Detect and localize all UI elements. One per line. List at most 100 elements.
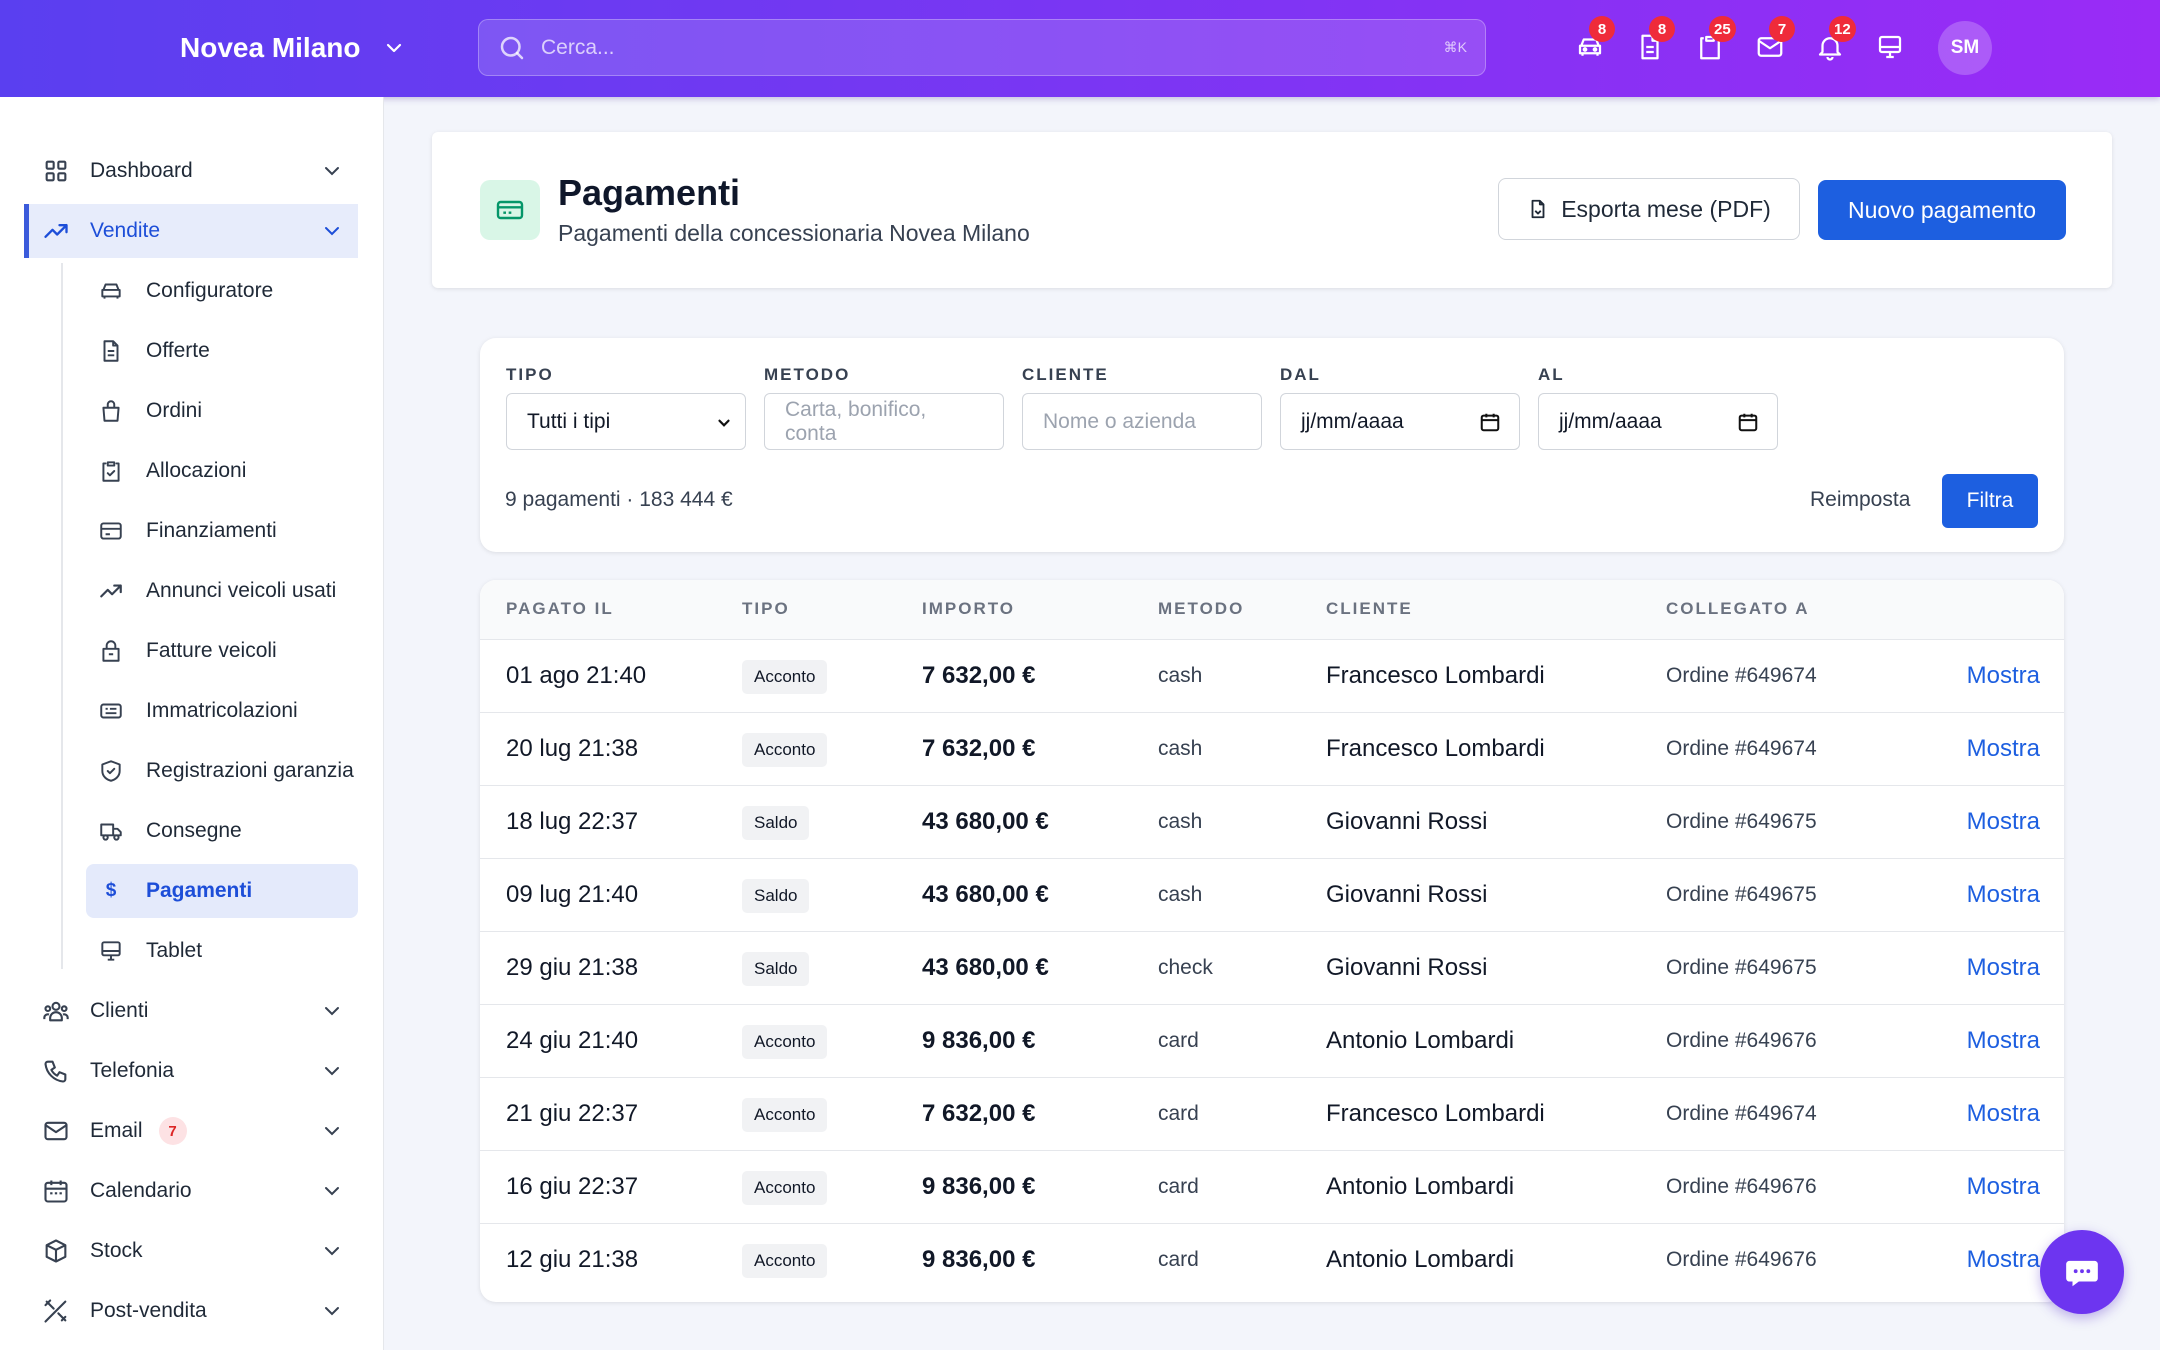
- client-cell: Francesco Lombardi: [1326, 735, 1545, 762]
- new-payment-button[interactable]: Nuovo pagamento: [1818, 180, 2066, 240]
- sidebar-item-pagamenti[interactable]: $ Pagamenti: [86, 864, 358, 918]
- client-cell: Antonio Lombardi: [1326, 1027, 1515, 1054]
- sidebar-item-tablet[interactable]: Tablet: [86, 924, 358, 978]
- lock-bag-icon: [98, 638, 124, 664]
- tipo-label: TIPO: [506, 365, 554, 384]
- client-cell: Francesco Lombardi: [1326, 662, 1545, 689]
- filter-panel: TIPO Tutti i tipi METODO Carta, bonifico…: [480, 338, 2064, 552]
- export-pdf-button[interactable]: Esporta mese (PDF): [1498, 178, 1800, 240]
- amount-cell: 43 680,00 €: [922, 881, 1049, 908]
- reset-button[interactable]: Reimposta: [1810, 488, 1910, 512]
- tipo-select[interactable]: Tutti i tipi: [506, 393, 746, 450]
- sidebar-item-vendite[interactable]: Vendite: [24, 204, 358, 258]
- sidebar-item-configuratore[interactable]: Configuratore: [86, 264, 358, 318]
- document-icon[interactable]: 8: [1633, 16, 1675, 64]
- linked-order-cell: Ordine #649675: [1666, 810, 1817, 833]
- sidebar-item-label: Immatricolazioni: [146, 699, 298, 722]
- shield-icon: [98, 758, 124, 784]
- type-badge: Acconto: [742, 660, 828, 694]
- sidebar-item-annunci-veicoli-usati[interactable]: Annunci veicoli usati: [86, 564, 358, 618]
- sidebar-item-registrazioni-garanzia[interactable]: Registrazioni garanzia: [86, 744, 358, 798]
- id-card-icon: [98, 698, 124, 724]
- calendar-icon: [42, 1177, 70, 1205]
- export-pdf-label: Esporta mese (PDF): [1561, 195, 1771, 222]
- sidebar-item-fatture-veicoli[interactable]: Fatture veicoli: [86, 624, 358, 678]
- show-link[interactable]: Mostra: [1967, 954, 2040, 982]
- email-count-badge: 7: [158, 1117, 187, 1145]
- linked-order-cell: Ordine #649676: [1666, 1248, 1817, 1271]
- sidebar-item-allocazioni[interactable]: Allocazioni: [86, 444, 358, 498]
- cliente-input[interactable]: Nome o azienda: [1022, 393, 1262, 450]
- type-badge: Saldo: [742, 806, 810, 840]
- sidebar: Dashboard Vendite Configuratore Offerte …: [0, 97, 384, 1350]
- sidebar-item-immatricolazioni[interactable]: Immatricolazioni: [86, 684, 358, 738]
- sidebar-item-telefonia[interactable]: Telefonia: [24, 1044, 358, 1098]
- mail-icon: [42, 1117, 70, 1145]
- calendar-icon[interactable]: [1737, 411, 1759, 433]
- sidebar-item-stock[interactable]: Stock: [24, 1224, 358, 1278]
- type-badge: Acconto: [742, 1098, 828, 1132]
- column-header: CLIENTE: [1326, 599, 1413, 618]
- tools-icon: [42, 1297, 70, 1325]
- show-link[interactable]: Mostra: [1967, 881, 2040, 909]
- page-header: Pagamenti Pagamenti della concessionaria…: [432, 132, 2112, 288]
- show-link[interactable]: Mostra: [1967, 1027, 2040, 1055]
- sidebar-item-clienti[interactable]: Clienti: [24, 984, 358, 1038]
- amount-cell: 9 836,00 €: [922, 1027, 1036, 1054]
- brand-switcher[interactable]: Novea Milano: [180, 28, 406, 68]
- grid-icon: [42, 157, 70, 185]
- table-row: 09 lug 21:40 Saldo 43 680,00 € cash Giov…: [480, 859, 2064, 932]
- sidebar-item-email[interactable]: Email 7: [24, 1104, 358, 1158]
- sidebar-item-label: Registrazioni garanzia: [146, 759, 354, 782]
- al-date-input[interactable]: jj/mm/aaaa: [1538, 393, 1778, 450]
- chat-button[interactable]: [2040, 1230, 2124, 1314]
- show-link[interactable]: Mostra: [1967, 808, 2040, 836]
- al-label: AL: [1538, 365, 1565, 384]
- search-input[interactable]: [541, 35, 1444, 60]
- type-badge: Saldo: [742, 879, 810, 913]
- sidebar-item-label: Telefonia: [90, 1059, 175, 1082]
- clipboard-icon[interactable]: 25: [1693, 16, 1736, 64]
- monitor-icon[interactable]: [1873, 30, 1907, 64]
- calendar-icon[interactable]: [1479, 411, 1501, 433]
- sidebar-item-consegne[interactable]: Consegne: [86, 804, 358, 858]
- sidebar-item-label: Stock: [90, 1239, 143, 1262]
- show-link[interactable]: Mostra: [1967, 1246, 2040, 1274]
- paid-at-cell: 01 ago 21:40: [506, 662, 647, 689]
- dal-date-input[interactable]: jj/mm/aaaa: [1280, 393, 1520, 450]
- paid-at-cell: 29 giu 21:38: [506, 954, 639, 981]
- monitor-icon: [98, 938, 124, 964]
- sidebar-item-post-vendita[interactable]: Post-vendita: [24, 1284, 358, 1338]
- box-icon: [42, 1237, 70, 1265]
- show-link[interactable]: Mostra: [1967, 1100, 2040, 1128]
- filter-button[interactable]: Filtra: [1942, 474, 2038, 528]
- tipo-selected-value: Tutti i tipi: [527, 409, 611, 433]
- show-link[interactable]: Mostra: [1967, 1173, 2040, 1201]
- mail-icon[interactable]: 7: [1753, 16, 1795, 64]
- show-link[interactable]: Mostra: [1967, 735, 2040, 763]
- submenu-divider: [61, 263, 63, 969]
- sidebar-item-finanziamenti[interactable]: Finanziamenti: [86, 504, 358, 558]
- show-link[interactable]: Mostra: [1967, 662, 2040, 690]
- sidebar-item-dashboard[interactable]: Dashboard: [24, 144, 358, 198]
- method-cell: cash: [1158, 810, 1203, 833]
- sidebar-item-calendario[interactable]: Calendario: [24, 1164, 358, 1218]
- sidebar-item-offerte[interactable]: Offerte: [86, 324, 358, 378]
- column-header: PAGATO IL: [506, 599, 614, 618]
- sidebar-item-label: Vendite: [90, 219, 161, 242]
- search-bar[interactable]: ⌘K: [478, 19, 1486, 76]
- sidebar-item-label: Fatture veicoli: [146, 639, 277, 662]
- chevron-down-icon: [325, 1007, 339, 1016]
- credit-card-icon: [98, 518, 124, 544]
- metodo-input[interactable]: Carta, bonifico, conta: [764, 393, 1004, 450]
- amount-cell: 7 632,00 €: [922, 662, 1036, 689]
- paid-at-cell: 09 lug 21:40: [506, 881, 639, 908]
- bell-icon[interactable]: 12: [1813, 16, 1856, 64]
- avatar[interactable]: SM: [1938, 21, 1992, 75]
- linked-order-cell: Ordine #649674: [1666, 1102, 1817, 1125]
- clipboard-check-icon: [98, 458, 124, 484]
- sidebar-item-ordini[interactable]: Ordini: [86, 384, 358, 438]
- method-cell: cash: [1158, 883, 1203, 906]
- top-bar: Novea Milano ⌘K 8 8 25 7 12 SM: [0, 0, 2160, 97]
- car-icon[interactable]: 8: [1573, 16, 1615, 64]
